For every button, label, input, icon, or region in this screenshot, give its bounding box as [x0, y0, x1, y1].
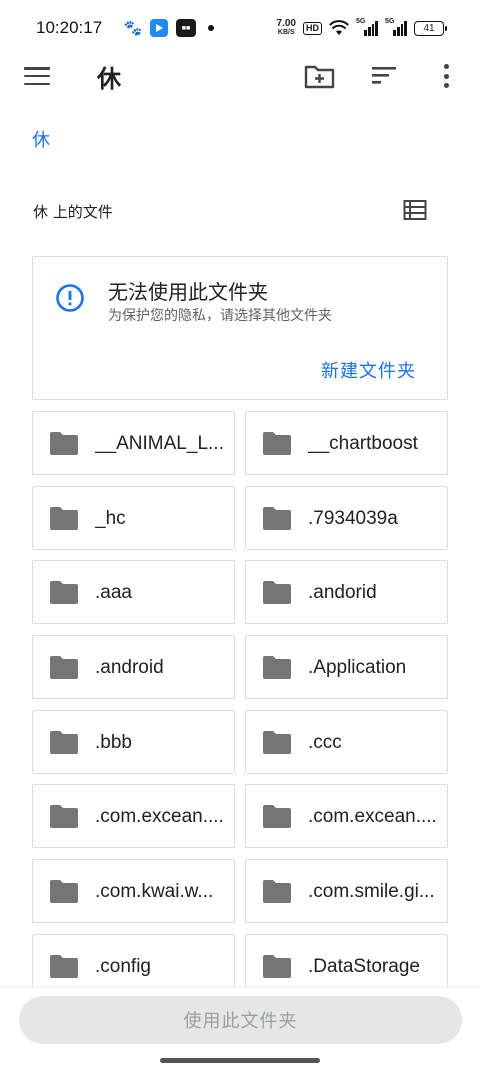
- folder-name: .andorid: [308, 582, 377, 603]
- folder-icon: [50, 432, 78, 455]
- folder-item[interactable]: .bbb: [32, 710, 235, 774]
- folder-item[interactable]: .aaa: [32, 560, 235, 624]
- notification-dot-icon: [208, 25, 214, 31]
- video-app-icon: [150, 19, 168, 37]
- folder-item[interactable]: _hc: [32, 486, 235, 550]
- folder-icon: [263, 955, 291, 978]
- signal-icon-2: 5G: [385, 18, 407, 36]
- folder-name: .config: [95, 956, 151, 977]
- status-time: 10:20:17: [36, 18, 103, 37]
- folder-name: .7934039a: [308, 508, 398, 529]
- folder-name: .com.smile.gi...: [308, 881, 435, 902]
- folder-name: .com.excean....: [95, 806, 224, 827]
- folder-name: __chartboost: [308, 433, 418, 454]
- section-title: 休 上的文件: [33, 203, 113, 221]
- folder-item[interactable]: __ANIMAL_L...: [32, 411, 235, 475]
- info-icon: [56, 284, 84, 312]
- folder-item[interactable]: __chartboost: [245, 411, 448, 475]
- notification-icons: 🐾 ■■: [124, 19, 214, 37]
- folder-icon: [263, 581, 291, 604]
- sort-icon[interactable]: [370, 64, 398, 86]
- app-bar: 休: [0, 56, 480, 96]
- folder-item[interactable]: .ccc: [245, 710, 448, 774]
- warning-card: 无法使用此文件夹 为保护您的隐私，请选择其他文件夹 新建文件夹: [32, 256, 448, 400]
- new-folder-icon[interactable]: [304, 62, 336, 90]
- folder-icon: [263, 731, 291, 754]
- folder-icon: [263, 432, 291, 455]
- folder-name: .aaa: [95, 582, 132, 603]
- folder-icon: [50, 656, 78, 679]
- list-view-icon[interactable]: [403, 199, 427, 221]
- folder-name: __ANIMAL_L...: [95, 433, 224, 454]
- folder-icon: [263, 507, 291, 530]
- folder-icon: [50, 731, 78, 754]
- folder-name: _hc: [95, 508, 126, 529]
- baidu-paw-icon: 🐾: [123, 19, 143, 37]
- folder-item[interactable]: .Application: [245, 635, 448, 699]
- folder-icon: [50, 507, 78, 530]
- folder-item[interactable]: .andorid: [245, 560, 448, 624]
- folder-item[interactable]: .com.excean....: [245, 784, 448, 848]
- warning-subtitle: 为保护您的隐私，请选择其他文件夹: [108, 308, 332, 324]
- news-app-icon: ■■: [176, 19, 196, 37]
- wifi-icon: [329, 20, 349, 35]
- folder-icon: [263, 880, 291, 903]
- folder-icon: [263, 656, 291, 679]
- warning-title: 无法使用此文件夹: [108, 280, 268, 304]
- status-bar: 10:20:17 🐾 ■■ 7.00 KB/S HD 5G 5G 41: [0, 0, 480, 56]
- signal-icon-1: 5G: [356, 18, 378, 36]
- folder-name: .Application: [308, 657, 407, 678]
- breadcrumb[interactable]: 休: [32, 126, 50, 152]
- folder-item[interactable]: .7934039a: [245, 486, 448, 550]
- folder-item[interactable]: .android: [32, 635, 235, 699]
- battery-icon: 41: [414, 20, 447, 36]
- new-folder-button[interactable]: 新建文件夹: [321, 357, 416, 383]
- folder-icon: [50, 955, 78, 978]
- folder-name: .com.excean....: [308, 806, 437, 827]
- app-title: 休: [97, 65, 121, 93]
- hd-badge: HD: [303, 21, 322, 35]
- home-indicator[interactable]: [160, 1058, 320, 1063]
- network-speed: 7.00 KB/S: [276, 18, 296, 37]
- folder-icon: [50, 805, 78, 828]
- folder-name: .DataStorage: [308, 956, 420, 977]
- folder-name: .ccc: [308, 732, 342, 753]
- folder-name: .bbb: [95, 732, 132, 753]
- folder-icon: [263, 805, 291, 828]
- folder-icon: [50, 581, 78, 604]
- folder-icon: [50, 880, 78, 903]
- folder-item[interactable]: .com.excean....: [32, 784, 235, 848]
- use-this-folder-button[interactable]: 使用此文件夹: [19, 996, 462, 1044]
- folder-name: .android: [95, 657, 164, 678]
- folder-item[interactable]: .com.kwai.w...: [32, 859, 235, 923]
- bottom-bar: 使用此文件夹: [0, 987, 480, 1072]
- folder-item[interactable]: .com.smile.gi...: [245, 859, 448, 923]
- more-options-icon[interactable]: [436, 62, 456, 90]
- folder-name: .com.kwai.w...: [95, 881, 214, 902]
- menu-icon[interactable]: [24, 65, 50, 87]
- status-indicators: 7.00 KB/S HD 5G 5G 41: [276, 18, 447, 37]
